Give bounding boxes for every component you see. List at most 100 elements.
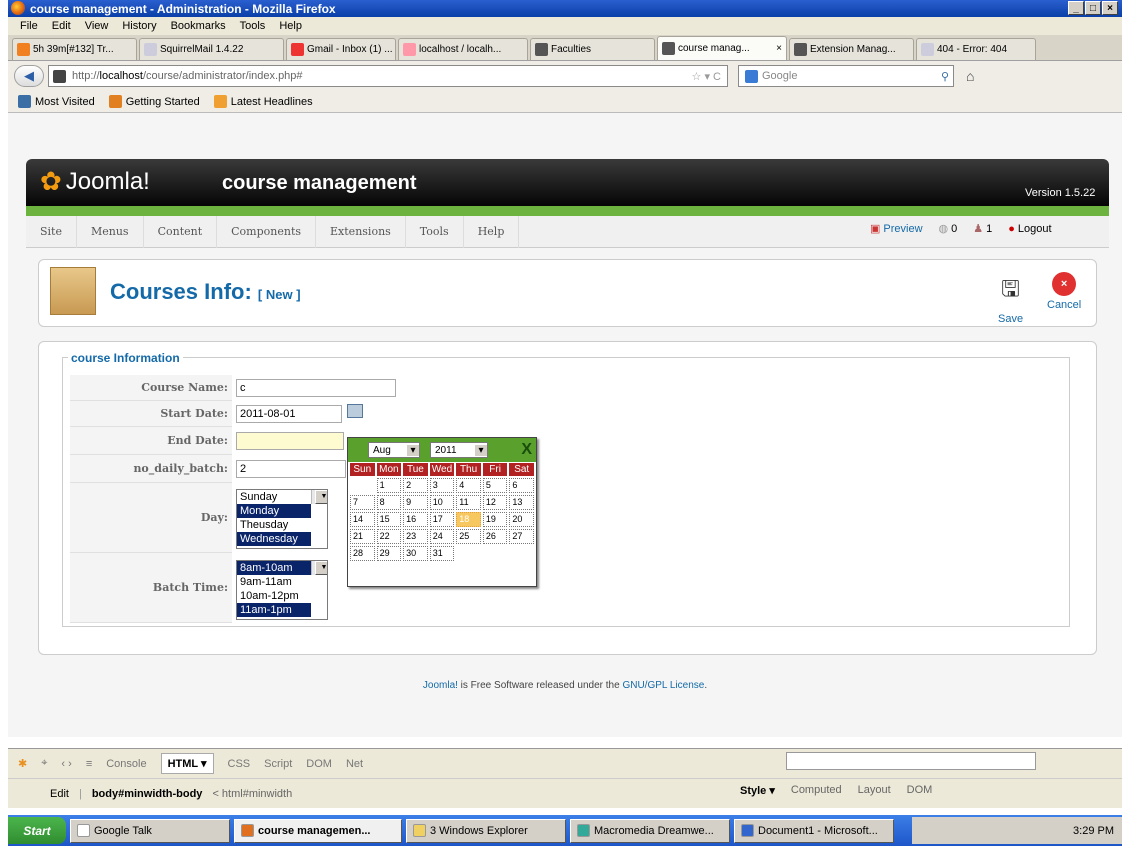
day-cell[interactable]: 26 xyxy=(482,529,508,544)
menu-bookmarks[interactable]: Bookmarks xyxy=(171,20,226,32)
day-cell[interactable]: 2 xyxy=(403,478,428,493)
firebug-side-tab-3[interactable]: DOM xyxy=(907,784,933,797)
scroll-down-icon[interactable]: ▼ xyxy=(315,561,327,575)
day-cell[interactable]: 14 xyxy=(350,512,375,527)
day-cell[interactable]: 20 xyxy=(509,512,534,527)
firebug-tab-2[interactable]: CSS xyxy=(228,758,251,770)
tab-2[interactable]: Gmail - Inbox (1) ... xyxy=(286,38,396,60)
inspect-icon[interactable]: ⌖ xyxy=(41,757,47,770)
bookmark-1[interactable]: Getting Started xyxy=(108,95,200,108)
day-option[interactable]: Wednesday xyxy=(237,532,311,546)
firebug-side-tab-2[interactable]: Layout xyxy=(858,784,891,797)
license-link[interactable]: GNU/GPL License xyxy=(622,680,704,691)
home-icon[interactable]: ⌂ xyxy=(966,68,974,84)
menu-icon[interactable]: ≡ xyxy=(86,758,92,770)
menu-history[interactable]: History xyxy=(122,20,156,32)
firebug-tab-5[interactable]: Net xyxy=(346,758,363,770)
scrollbar[interactable]: ▲▼ xyxy=(311,561,327,575)
save-button[interactable]: 🖫 Save xyxy=(998,272,1023,325)
batch-input[interactable]: 2 xyxy=(236,460,346,478)
tab-1[interactable]: SquirrelMail 1.4.22 xyxy=(139,38,284,60)
calendar-icon[interactable] xyxy=(347,404,363,418)
path-parent[interactable]: < html#minwidth xyxy=(212,788,292,800)
day-cell[interactable]: 6 xyxy=(509,478,534,493)
admin-menu-site[interactable]: Site xyxy=(26,215,77,248)
back-icon[interactable]: ‹ › xyxy=(61,758,71,770)
day-cell[interactable]: 17 xyxy=(429,512,455,527)
start-date-input[interactable]: 2011-08-01 xyxy=(236,405,342,423)
url-bar[interactable]: http://localhost/course/administrator/in… xyxy=(48,65,728,87)
firebug-tab-3[interactable]: Script xyxy=(264,758,292,770)
taskbar-item-3[interactable]: Macromedia Dreamwe... xyxy=(570,818,730,843)
menu-help[interactable]: Help xyxy=(279,20,302,32)
day-cell[interactable]: 27 xyxy=(509,529,534,544)
firebug-tab-1[interactable]: HTML ▾ xyxy=(160,753,214,774)
day-cell[interactable]: 19 xyxy=(482,512,508,527)
firebug-icon[interactable]: ✱ xyxy=(18,757,27,770)
firebug-side-tab-1[interactable]: Computed xyxy=(791,784,842,797)
year-select[interactable]: 2011 ▾ xyxy=(430,442,488,458)
admin-menu-tools[interactable]: Tools xyxy=(406,215,464,248)
messages-count[interactable]: ◍ 0 xyxy=(939,222,958,236)
calendar-close-button[interactable]: X xyxy=(521,441,532,459)
search-icon[interactable]: ⚲ xyxy=(941,70,949,83)
start-button[interactable]: Start xyxy=(8,817,66,844)
day-cell[interactable]: 23 xyxy=(403,529,428,544)
menu-file[interactable]: File xyxy=(20,20,38,32)
edit-button[interactable]: Edit xyxy=(50,788,69,800)
menu-edit[interactable]: Edit xyxy=(52,20,71,32)
day-cell[interactable]: 12 xyxy=(482,495,508,510)
day-cell[interactable]: 25 xyxy=(456,529,481,544)
scrollbar[interactable]: ▲▼ xyxy=(311,490,327,504)
day-cell[interactable]: 10 xyxy=(429,495,455,510)
back-button[interactable]: ◀ xyxy=(14,65,44,87)
time-option[interactable]: 10am-12pm xyxy=(237,589,311,603)
admin-menu-help[interactable]: Help xyxy=(464,215,520,248)
month-select[interactable]: Aug ▾ xyxy=(368,442,420,458)
time-option[interactable]: 8am-10am xyxy=(237,561,311,575)
day-cell[interactable]: 16 xyxy=(403,512,428,527)
tab-close-icon[interactable]: × xyxy=(776,43,782,54)
bookmark-star-icon[interactable]: ☆ ▾ C xyxy=(692,70,721,83)
bookmark-2[interactable]: Latest Headlines xyxy=(213,95,313,108)
day-cell[interactable]: 7 xyxy=(350,495,375,510)
taskbar-item-1[interactable]: course managemen... xyxy=(234,818,402,843)
day-cell[interactable]: 24 xyxy=(429,529,455,544)
menu-tools[interactable]: Tools xyxy=(240,20,266,32)
cancel-button[interactable]: × Cancel xyxy=(1047,272,1081,311)
preview-link[interactable]: ▣ Preview xyxy=(870,222,923,236)
course-name-input[interactable]: c xyxy=(236,379,396,397)
search-box[interactable]: Google ⚲ xyxy=(738,65,954,87)
taskbar-item-2[interactable]: 3 Windows Explorer xyxy=(406,818,566,843)
end-date-input[interactable] xyxy=(236,432,344,450)
tab-5[interactable]: course manag... × xyxy=(657,36,787,60)
close-button[interactable]: × xyxy=(1102,1,1118,15)
tab-3[interactable]: localhost / localh... xyxy=(398,38,528,60)
day-cell[interactable]: 18 xyxy=(456,512,481,527)
day-cell[interactable]: 11 xyxy=(456,495,481,510)
day-cell[interactable]: 30 xyxy=(403,546,428,561)
admin-menu-menus[interactable]: Menus xyxy=(77,215,144,248)
admin-menu-extensions[interactable]: Extensions xyxy=(316,215,406,248)
admin-menu-content[interactable]: Content xyxy=(144,215,218,248)
day-cell[interactable]: 29 xyxy=(376,546,402,561)
minimize-button[interactable]: _ xyxy=(1068,1,1084,15)
time-option[interactable]: 11am-1pm xyxy=(237,603,311,617)
day-cell[interactable]: 28 xyxy=(350,546,375,561)
day-option[interactable]: Sunday xyxy=(237,490,311,504)
time-option[interactable]: 9am-11am xyxy=(237,575,311,589)
day-cell[interactable]: 21 xyxy=(350,529,375,544)
day-cell[interactable]: 15 xyxy=(376,512,402,527)
bookmark-0[interactable]: Most Visited xyxy=(18,95,95,108)
firebug-side-tab-0[interactable]: Style ▾ xyxy=(740,784,775,797)
day-cell[interactable]: 3 xyxy=(429,478,455,493)
day-cell[interactable]: 22 xyxy=(376,529,402,544)
users-count[interactable]: ♟ 1 xyxy=(973,222,992,236)
day-option[interactable]: Theusday xyxy=(237,518,311,532)
day-option[interactable]: Monday xyxy=(237,504,311,518)
firebug-tab-4[interactable]: DOM xyxy=(306,758,332,770)
firebug-search[interactable] xyxy=(786,752,1036,770)
joomla-link[interactable]: Joomla! xyxy=(423,680,458,691)
tab-7[interactable]: 404 - Error: 404 xyxy=(916,38,1036,60)
menu-view[interactable]: View xyxy=(85,20,109,32)
